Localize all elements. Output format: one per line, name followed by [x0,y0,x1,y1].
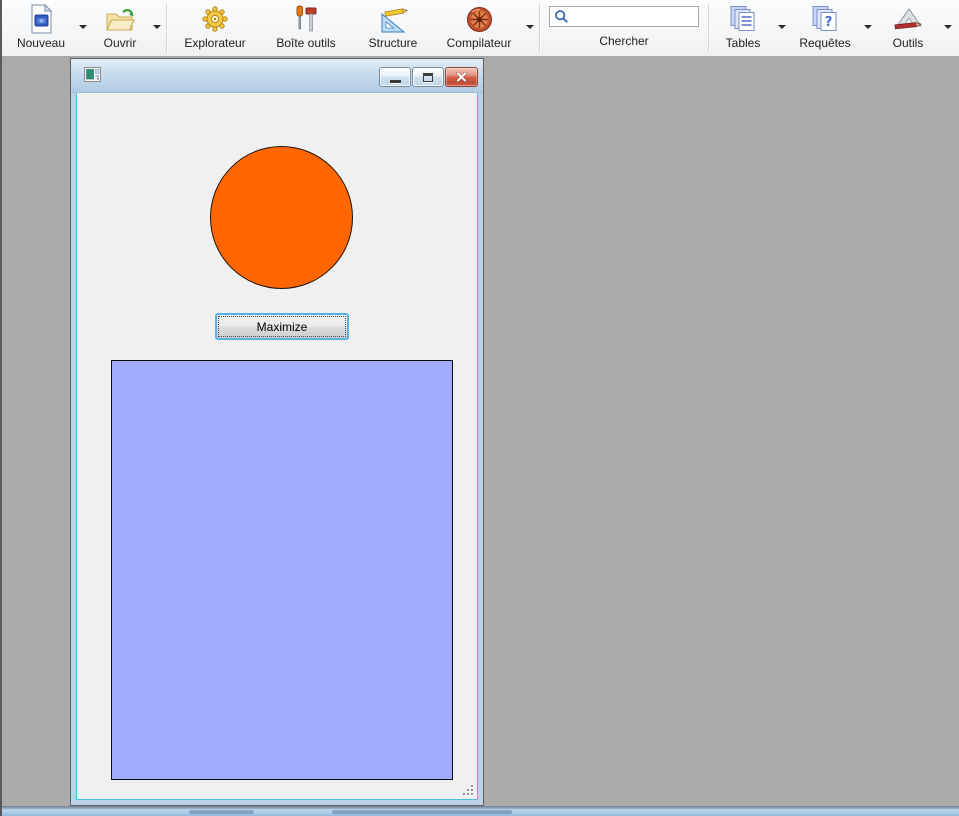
app-window: Maximize [70,58,484,806]
strip-segment [332,810,512,814]
set-square-pencil-icon [378,3,408,35]
toolbar-separator [539,4,540,52]
explorer-gear-icon [201,3,229,35]
desktop: Nouveau Ouvrir [0,0,959,816]
toolbar-label-compilateur: Compilateur [447,36,512,50]
tables-documents-icon [729,3,757,35]
maximize-button-label: Maximize [257,320,308,334]
maximize-window-button[interactable] [412,67,444,87]
resize-grip-icon [460,782,475,797]
toolbar-label-explorateur: Explorateur [184,36,245,50]
orange-circle-shape [210,146,353,289]
tables-dropdown-chevron-icon[interactable] [778,25,786,29]
toolbar-button-nouveau[interactable]: Nouveau [6,3,90,55]
main-toolbar: Nouveau Ouvrir [2,0,959,57]
ouvrir-dropdown-chevron-icon[interactable] [153,25,161,29]
toolbar-label-nouveau: Nouveau [17,36,65,50]
strip-segment [189,810,254,814]
toolbar-button-tables[interactable]: Tables [711,3,789,55]
toolbar-button-boite-outils[interactable]: Boîte outils [261,3,351,55]
search-input[interactable] [549,6,699,27]
toolbar-button-explorateur[interactable]: Explorateur [169,3,261,55]
compilateur-dropdown-chevron-icon[interactable] [526,25,534,29]
maximize-icon [423,73,433,82]
open-folder-icon [105,3,135,35]
toolbar-button-outils[interactable]: Outils [875,3,955,55]
toolbar-button-requetes[interactable]: ? Requêtes [789,3,875,55]
bottom-window-edge-strip [2,806,959,816]
tools-ruler-pencil-icon [893,3,923,35]
close-icon [456,72,467,82]
toolbar-button-compilateur[interactable]: Compilateur [435,3,537,55]
search-label: Chercher [599,34,648,48]
window-frame: Maximize [71,93,483,805]
toolbar-label-requetes: Requêtes [799,36,850,50]
compiler-compass-icon [466,3,493,35]
window-titlebar[interactable] [71,59,483,93]
minimize-button[interactable] [379,67,411,87]
window-app-icon [84,67,102,83]
maximize-button[interactable]: Maximize [215,313,349,340]
toolbar-label-ouvrir: Ouvrir [104,36,137,50]
outils-dropdown-chevron-icon[interactable] [944,25,952,29]
toolbar-label-outils: Outils [893,36,924,50]
toolbar-separator [708,4,709,52]
caption-button-group [378,67,478,87]
minimize-icon [390,80,401,83]
window-client-area: Maximize [76,93,478,800]
close-button[interactable] [445,67,478,87]
toolbar-search-group: Chercher [542,3,706,55]
toolbar-label-structure: Structure [369,36,418,50]
new-document-icon [28,3,54,35]
queries-documents-icon: ? [811,3,839,35]
toolbar-separator [166,4,167,52]
requetes-dropdown-chevron-icon[interactable] [864,25,872,29]
nouveau-dropdown-chevron-icon[interactable] [79,25,87,29]
toolbar-label-boite-outils: Boîte outils [276,36,335,50]
toolbar-label-tables: Tables [726,36,761,50]
resize-grip[interactable] [460,782,475,797]
toolbar-button-ouvrir[interactable]: Ouvrir [90,3,164,55]
svg-text:?: ? [825,15,833,30]
toolbar-button-structure[interactable]: Structure [351,3,435,55]
toolbox-icon [294,3,318,35]
blue-rectangle-shape [111,360,453,780]
